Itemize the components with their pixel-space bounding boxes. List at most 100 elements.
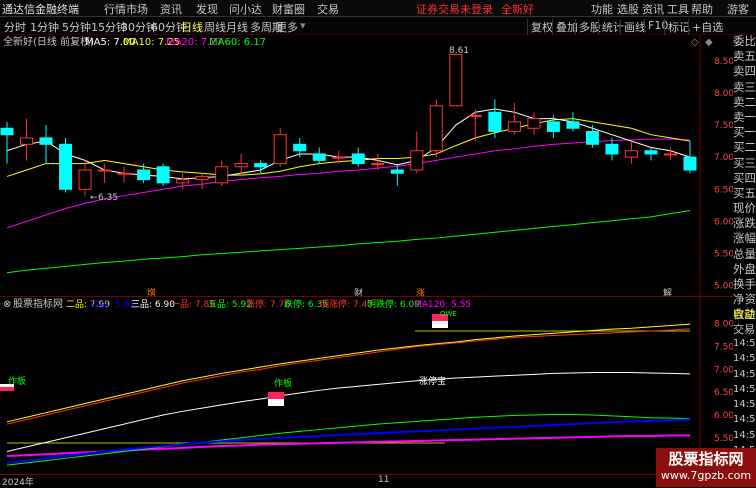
time-entry: 14:5 (733, 383, 756, 395)
menu-item-market[interactable]: 行情 (104, 1, 126, 17)
menu-news[interactable]: 资讯 (642, 1, 664, 17)
time-entry: 14:5 (733, 353, 756, 365)
candle (0, 121, 14, 164)
candle (254, 160, 268, 174)
main-y-tick: 8.00 (714, 89, 733, 99)
time-entry: 14:5 (733, 399, 756, 411)
candlestick-chart[interactable]: 全新好(日线 前复权) MA5: 7.00 MA10: 7.25 MA20: 7… (0, 34, 733, 302)
signal-label-2: 作板 (274, 377, 292, 389)
x-axis-label-month: 11 (378, 475, 390, 485)
quote-item: 买四 (733, 170, 756, 185)
candle (449, 53, 463, 107)
period-tab-more[interactable]: 更多 (276, 19, 298, 35)
ind-label-mdt: 明跌停: 6.09 (367, 298, 420, 310)
ind-label-san: 三品: 6.90 (131, 299, 175, 310)
candle-body (390, 169, 404, 174)
candle-body (527, 118, 541, 129)
candle-body (410, 150, 424, 171)
quote-item: 卖三 (733, 79, 756, 94)
main-y-tick: 8.50 (714, 57, 733, 67)
collapse-icon[interactable]: ◇ (691, 37, 699, 48)
indicator-y-tick: 8.00 (714, 320, 733, 330)
candle-body (273, 134, 287, 165)
menu-item-ask[interactable]: 问小达 (229, 1, 262, 17)
quote-item: 卖二 (733, 94, 756, 109)
guest-label[interactable]: 游客 (727, 1, 749, 17)
candle (663, 147, 677, 161)
ind-label-ma120: MA120: 5.55 (414, 300, 471, 310)
draw-line-button[interactable]: 画线 (620, 19, 646, 35)
candle-body (0, 127, 14, 136)
menu-stock-pick[interactable]: 选股 (617, 1, 639, 17)
mark-button[interactable]: 标记 (664, 19, 690, 35)
menu-item-trade[interactable]: 交易 (317, 1, 339, 17)
time-entry: 14:5 (733, 338, 756, 349)
ind-label-si: 四品: 5.61 (91, 299, 135, 310)
candle-body (566, 121, 580, 129)
indicator-settings-icon[interactable]: ⊗ (3, 299, 11, 310)
indicator-grid (0, 296, 701, 474)
ind-label-mzt: 明涨停: 7.45 (320, 298, 373, 310)
signal-label-3: 涨停宝 (419, 375, 446, 387)
period-tab-5min[interactable]: 5分钟 (62, 19, 91, 35)
period-tab-monthly[interactable]: 月线 (226, 19, 248, 35)
auto-label[interactable]: 自动 (733, 306, 756, 322)
menu-item-info[interactable]: 资讯 (160, 1, 182, 17)
candle-body (488, 111, 502, 132)
main-chart-panel[interactable]: 全新好(日线 前复权) MA5: 7.00 MA10: 7.25 MA20: 7… (0, 34, 733, 302)
period-tab-weekly[interactable]: 周线 (204, 19, 226, 35)
indicator-chart[interactable]: ⊗ 股票指标网 二品: 7.99 四品: 5.61 三品: 6.90 一品: 7… (0, 296, 733, 474)
candle-body (644, 150, 658, 155)
indicator-panel[interactable]: ⊗ 股票指标网 二品: 7.99 四品: 5.61 三品: 6.90 一品: 7… (0, 296, 733, 474)
candle (273, 128, 287, 167)
candle-body (78, 169, 92, 190)
menu-item-exchange[interactable]: 市场 (126, 1, 148, 17)
candle-body (59, 143, 73, 190)
period-tab-1min[interactable]: 1分钟 (30, 19, 59, 35)
candle (312, 147, 326, 164)
candle-body (39, 137, 53, 145)
indicator-name[interactable]: 股票指标网 (13, 297, 63, 310)
candle (117, 166, 131, 183)
quote-item: 卖五 (733, 49, 756, 64)
watermark-url: www.7gpzb.com (660, 469, 752, 482)
quote-item: 买二 (733, 140, 756, 155)
more-chevron-icon[interactable]: ▾ (300, 19, 306, 32)
candle-body (293, 143, 307, 152)
main-y-tick: 7.50 (714, 121, 733, 131)
candle-body (332, 156, 346, 159)
candle-body (507, 121, 521, 132)
menu-function[interactable]: 功能 (591, 1, 613, 17)
main-y-axis: 8.50 8.00 7.50 7.00 6.50 6.00 5.50 5.00 (714, 57, 733, 292)
trade-label[interactable]: 交易 (733, 321, 756, 337)
stock-name-notice: 全新好 (501, 3, 534, 16)
adjust-button[interactable]: 复权 (527, 19, 553, 35)
login-notice[interactable]: 证券交易未登录 (416, 1, 493, 17)
app-title: 通达信金融终端 (2, 3, 79, 16)
signal-label-1: 作板 (8, 375, 26, 387)
candle-body (351, 153, 365, 165)
indicator-y-tick: 7.50 (714, 343, 733, 353)
menu-help[interactable]: 帮助 (691, 1, 713, 17)
line-si (6, 418, 691, 464)
period-tab-daily[interactable]: 日线 (181, 19, 203, 35)
add-watchlist-button[interactable]: +自选 (688, 19, 723, 35)
signal-box-2-bottom (268, 399, 284, 406)
candle (39, 125, 53, 164)
candle (59, 137, 73, 193)
indicator-y-tick: 7.00 (714, 365, 733, 375)
menu-item-discover[interactable]: 发现 (196, 1, 218, 17)
candle-body (156, 166, 170, 184)
candle-body (117, 172, 131, 175)
watermark: 股票指标网 www.7gpzb.com (656, 448, 756, 487)
main-y-tick: 5.50 (714, 249, 733, 259)
period-tab-intraday[interactable]: 分时 (4, 19, 26, 35)
candle-body (98, 169, 112, 172)
indicator-y-tick: 6.00 (714, 411, 733, 421)
menu-tools[interactable]: 工具 (667, 1, 689, 17)
candle (507, 102, 521, 135)
main-y-tick: 5.00 (714, 282, 733, 292)
quote-item: 买一 (733, 125, 756, 140)
menu-item-wealth[interactable]: 财富圈 (272, 1, 305, 17)
candle (215, 160, 229, 187)
